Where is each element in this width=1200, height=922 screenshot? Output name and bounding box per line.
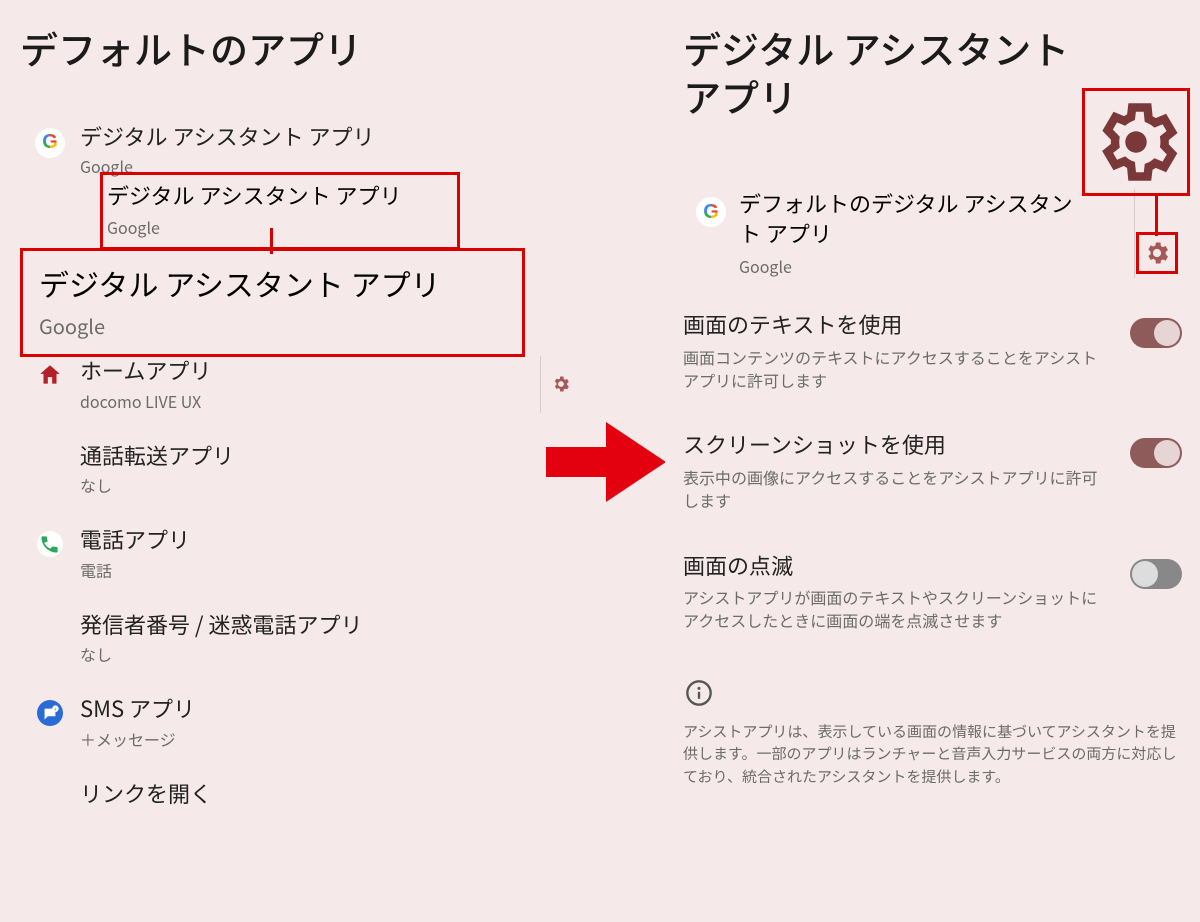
home-icon (20, 356, 80, 388)
list-item-home[interactable]: ホームアプリ docomo LIVE UX (20, 346, 580, 431)
default-apps-screen: デフォルトのアプリ G デジタル アシスタント アプリ Google デジタル … (0, 0, 590, 922)
toggle-label: 画面の点滅 (683, 551, 1112, 581)
item-label: 発信者番号 / 迷惑電話アプリ (80, 610, 580, 639)
toggle-switch[interactable] (1130, 438, 1182, 468)
item-label: リンクを開く (80, 779, 580, 808)
item-sub: Google (739, 254, 1074, 278)
highlight-box-small: デジタル アシスタント アプリ Google (100, 172, 460, 250)
settings-gear-button[interactable] (540, 356, 580, 413)
highlight-gear-connector (1155, 196, 1158, 236)
toggle-sub: アシストアプリが画面のテキストやスクリーンショットにアクセスしたときに画面の端を… (683, 586, 1112, 632)
highlight-gear-small (1136, 232, 1178, 274)
page-title: デフォルトのアプリ (20, 24, 580, 72)
list-item-call-forward[interactable]: 通話転送アプリ なし (20, 431, 580, 516)
highlight-box-big: デジタル アシスタント アプリ Google (20, 248, 525, 357)
svg-text:+: + (54, 705, 57, 713)
item-sub: なし (80, 642, 580, 666)
phone-icon (20, 525, 80, 557)
item-label: デフォルトのデジタル アシスタント アプリ (739, 189, 1074, 248)
footer-note: アシストアプリは、表示している画面の情報に基づいてアシスタントを提供します。一部… (683, 721, 1182, 789)
item-label: 電話アプリ (80, 525, 580, 554)
toggle-sub: 表示中の画像にアクセスすることをアシストアプリに許可します (683, 466, 1112, 512)
info-icon (685, 679, 713, 707)
item-label: 通話転送アプリ (80, 441, 580, 470)
item-label: SMS アプリ (80, 694, 580, 723)
google-icon: G (683, 189, 739, 227)
list-item-default-assistant[interactable]: G デフォルトのデジタル アシスタント アプリ Google (683, 189, 1182, 300)
google-icon: G (20, 122, 80, 158)
item-sub: docomo LIVE UX (80, 389, 540, 413)
highlight-sub: Google (107, 215, 453, 239)
item-label: デジタル アシスタント アプリ (80, 122, 580, 151)
blank-icon (20, 441, 80, 447)
toggle-label: 画面のテキストを使用 (683, 310, 1112, 340)
list-item-caller-id[interactable]: 発信者番号 / 迷惑電話アプリ なし (20, 600, 580, 685)
item-sub: ＋メッセージ (80, 727, 580, 751)
toggle-row-screen-text[interactable]: 画面のテキストを使用 画面コンテンツのテキストにアクセスすることをアシストアプリ… (683, 300, 1182, 420)
arrow-right-icon (546, 412, 666, 512)
blank-icon (20, 779, 80, 785)
list-item-sms[interactable]: + SMS アプリ ＋メッセージ (20, 684, 580, 769)
list-item-open-links[interactable]: リンクを開く (20, 769, 580, 826)
toggle-row-screenshot[interactable]: スクリーンショットを使用 表示中の画像にアクセスすることをアシストアプリに許可し… (683, 420, 1182, 540)
digital-assistant-screen: デジタル アシスタント アプリ G デフォルトのデジタル アシスタント アプリ … (665, 0, 1200, 922)
toggle-label: スクリーンショットを使用 (683, 430, 1112, 460)
sms-icon: + (20, 694, 80, 726)
item-sub: 電話 (80, 558, 580, 582)
toggle-row-flash[interactable]: 画面の点滅 アシストアプリが画面のテキストやスクリーンショットにアクセスしたとき… (683, 541, 1182, 661)
highlight-big-sub: Google (39, 311, 512, 340)
item-label: ホームアプリ (80, 356, 540, 385)
toggle-sub: 画面コンテンツのテキストにアクセスすることをアシストアプリに許可します (683, 346, 1112, 392)
highlight-label: デジタル アシスタント アプリ (107, 179, 453, 211)
list-item-phone[interactable]: 電話アプリ 電話 (20, 515, 580, 600)
item-sub: なし (80, 473, 580, 497)
highlight-big-label: デジタル アシスタント アプリ (39, 261, 512, 305)
highlight-gear-big (1082, 88, 1190, 196)
toggle-switch[interactable] (1130, 559, 1182, 589)
toggle-switch[interactable] (1130, 318, 1182, 348)
blank-icon (20, 610, 80, 616)
